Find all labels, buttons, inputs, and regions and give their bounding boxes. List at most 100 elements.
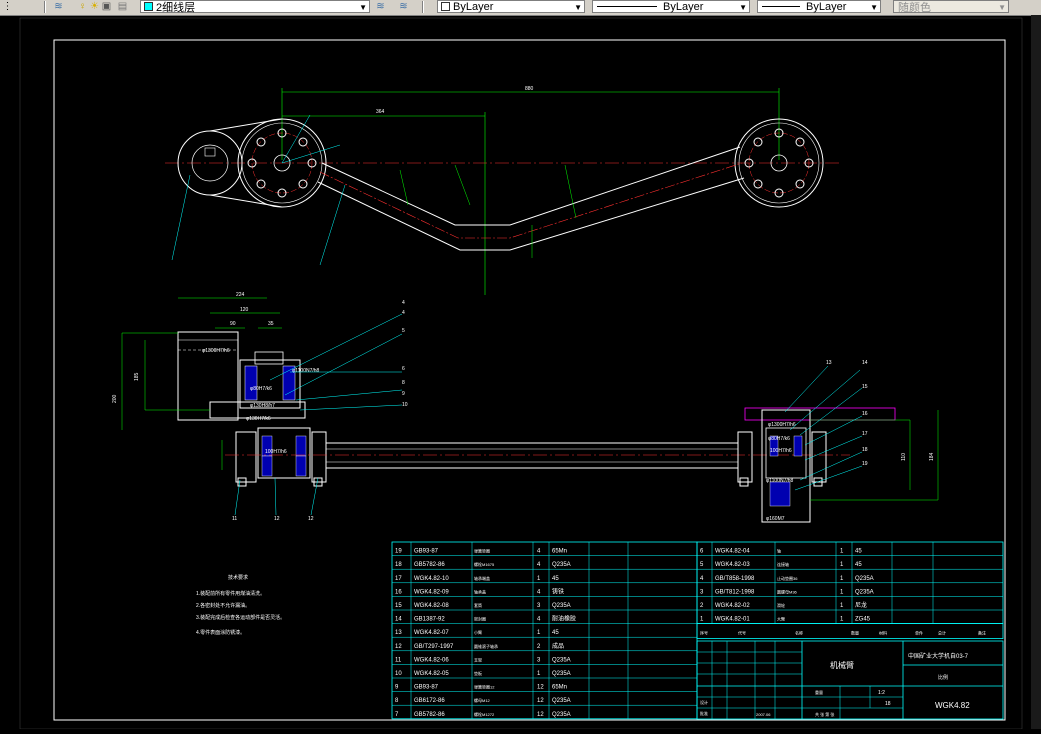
bom-left-cell-no: 14 [395, 617, 402, 623]
bom-right-cell-no: 2 [700, 603, 704, 609]
balloon-12: 12 [274, 516, 280, 522]
bom-left-cell-code: WGK4.82-09 [414, 589, 449, 595]
bom-left-cell-code: GB1387-92 [414, 617, 445, 623]
bom-right-cell-name: 止动垫圈36 [777, 575, 798, 581]
bom-right-cell-mat: ZG45 [855, 617, 871, 623]
approver-label: 批准 [700, 710, 708, 716]
bom-left-cell-code: GB6172-86 [414, 698, 445, 704]
layer-manager-icon[interactable]: ≋ [52, 1, 65, 13]
bom-left-cell-code: WGK4.82-06 [414, 657, 449, 663]
toolbar-separator [422, 1, 424, 13]
make-current-layer-icon[interactable]: ≋ [374, 1, 387, 13]
bom-right-cell-code: WGK4.82-03 [715, 562, 750, 568]
linetype-dropdown[interactable]: ByLayer ▼ [592, 0, 750, 13]
dim-35: 35 [268, 321, 274, 327]
bom-left-cell-mat: Q235A [552, 698, 571, 704]
bom-header-total: 总计 [938, 630, 946, 636]
fit-f4-right: φ80H7/k6 [768, 436, 790, 442]
viewport-icon[interactable]: ▤ [116, 1, 129, 13]
bom-left-cell-qty: 4 [537, 562, 541, 568]
dim-184: 184 [929, 452, 935, 461]
bom-left-cell-qty: 2 [537, 644, 541, 650]
bom-left-cell-no: 17 [395, 576, 402, 582]
bom-left-cell-mat: 铸铁 [552, 587, 564, 595]
dim-224: 224 [236, 292, 245, 298]
fit-f5: 100H7/h6 [265, 449, 287, 455]
fit-f1-right: φ1300H7/h6 [768, 422, 796, 428]
bom-left-cell-name: 弹簧垫圈 [474, 548, 490, 554]
balloon-18: 18 [862, 447, 868, 453]
chevron-down-icon: ▼ [739, 3, 747, 12]
note-4: 4.零件表面涂防锈漆。 [196, 629, 245, 636]
layer-dropdown[interactable]: 2细线层 ▼ [140, 0, 370, 14]
note-3: 3.装配完成后检查各运动部件是否灵活。 [196, 614, 285, 621]
fit-f7: φ160M7 [766, 516, 785, 522]
bom-left-cell-name: 螺栓M1675 [474, 561, 495, 567]
chevron-down-icon: ▼ [359, 3, 367, 12]
bom-left-cell-code: WGK4.82-10 [414, 576, 449, 582]
lineweight-dropdown[interactable]: ByLayer ▼ [757, 0, 881, 13]
bom-table-left: 19 GB93-87 弹簧垫圈 4 65Mn18 GB5782-86 螺栓M1675 4 Q23… [391, 541, 698, 720]
bom-left-cell-no: 15 [395, 603, 402, 609]
balloon-19: 19 [862, 461, 868, 467]
bom-left-cell-name: 轴承端盖 [474, 575, 490, 581]
bom-left-cell-no: 13 [395, 630, 402, 636]
fit-f5-right: 100H7/h6 [770, 448, 792, 454]
designer-label: 设计 [700, 699, 708, 705]
bom-left-cell-mat: 65Mn [552, 685, 567, 691]
bom-right-cell-name: 大臂 [777, 616, 785, 622]
chevron-down-icon: ▼ [574, 3, 582, 12]
bom-left-cell-no: 10 [395, 671, 402, 677]
fit-f6: φ130H7/k6 [246, 416, 271, 422]
school-name: 中国矿业大学机自03-7 [908, 652, 969, 660]
dim-120: 120 [240, 307, 249, 313]
bom-right-cell-no: 5 [700, 562, 704, 568]
dim-110: 110 [901, 453, 907, 461]
date: 2007.06 [756, 712, 771, 717]
lock-icon[interactable]: ▣ [100, 1, 113, 13]
balloon-4b: 4 [402, 310, 405, 316]
chevron-down-icon: ▼ [870, 3, 878, 12]
bom-left-cell-mat: 耐油橡胶 [552, 615, 576, 623]
linetype-value: ByLayer [663, 0, 704, 13]
color-swatch [441, 2, 450, 11]
plotstyle-value: 随颜色 [898, 1, 931, 14]
bom-header-qty: 数量 [851, 630, 859, 636]
bom-left-cell-name: 小臂 [474, 629, 482, 635]
lineweight-sample [762, 6, 800, 7]
color-value: ByLayer [453, 0, 494, 13]
bom-right-cell-qty: 1 [840, 576, 844, 582]
bom-left-cell-code: GB5782-86 [414, 712, 445, 718]
balloon-11: 11 [232, 516, 237, 522]
bom-right-cell-name: 轴 [777, 548, 781, 554]
vertical-scrollbar[interactable] [1031, 15, 1041, 729]
fit-f4: φ80H7/k6 [250, 386, 272, 392]
balloon-16: 16 [862, 411, 868, 417]
bom-left-cell-mat: Q235A [552, 657, 571, 663]
bom-right-cell-qty: 1 [840, 603, 844, 609]
layer-previous-icon[interactable]: ≋ [397, 1, 410, 13]
bom-right-cell-code: WGK4.82-04 [715, 549, 750, 555]
bom-left-cell-qty: 4 [537, 549, 541, 555]
bom-left-cell-code: GB/T297-1997 [414, 644, 454, 650]
bom-right-cell-no: 4 [700, 576, 704, 582]
title-block: 机械臂 中国矿业大学机自03-7 比例 WGK4.82 设计 批准 2007.0… [696, 640, 1004, 720]
bom-left-cell-code: WGK4.82-08 [414, 603, 449, 609]
balloon-14: 14 [862, 360, 868, 366]
bom-left-cell-mat: Q235A [552, 562, 571, 568]
dim-364: 364 [376, 109, 385, 115]
drawing-number: WGK4.82 [935, 701, 970, 710]
bom-left-cell-no: 16 [395, 589, 402, 595]
bom-right-cell-qty: 1 [840, 549, 844, 555]
drawing-canvas[interactable]: 880 364 224 120 90 35 185 200 φ1300H7/h6… [0, 15, 1041, 730]
bom-right-cell-name: 滑轮 [777, 602, 785, 608]
bom-left-cell-name: 支架 [474, 656, 482, 662]
balloon-12b: 12 [308, 516, 314, 522]
bom-header-mat: 材料 [879, 630, 887, 636]
color-dropdown[interactable]: ByLayer ▼ [437, 0, 585, 13]
sheets: 共 张 第 张 [815, 711, 834, 717]
bom-left-cell-name: 弹簧垫圈12 [474, 684, 495, 690]
paper-outline [19, 17, 1023, 730]
dim-200: 200 [112, 394, 118, 403]
layer-color-swatch [144, 2, 153, 11]
